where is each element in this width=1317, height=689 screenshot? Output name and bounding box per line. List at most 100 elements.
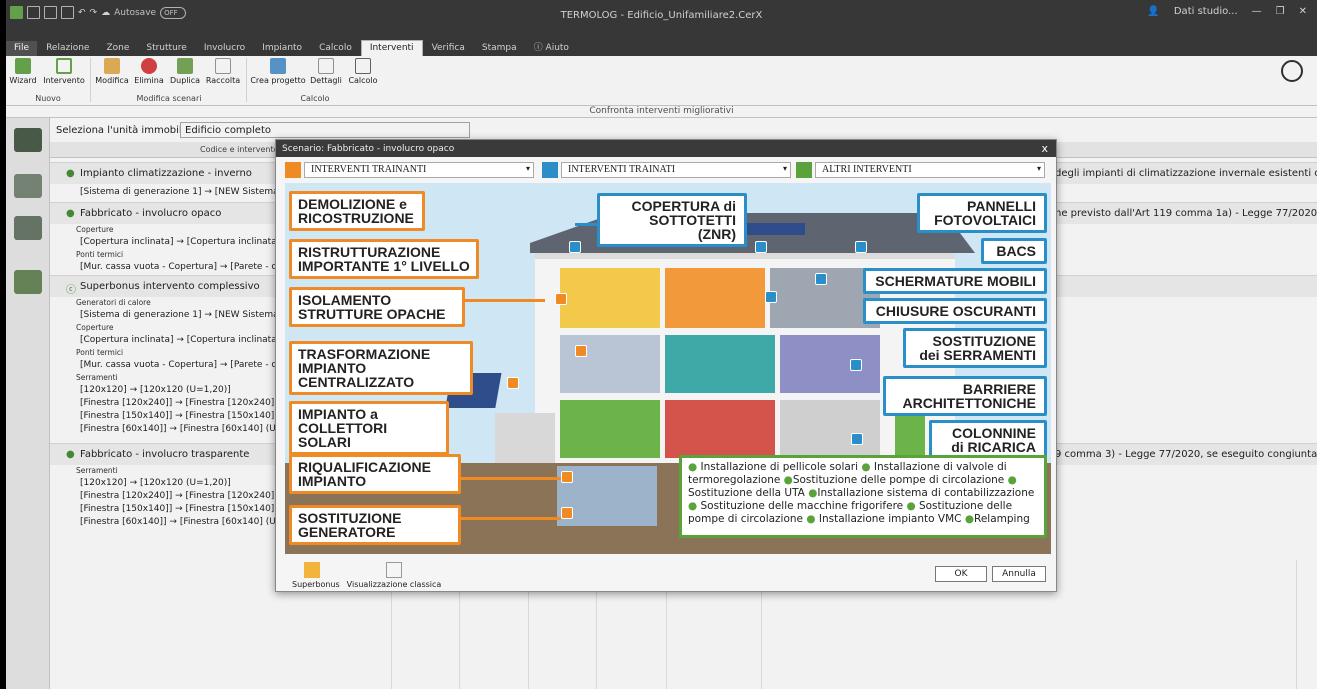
label-isolamento[interactable]: ISOLAMENTO STRUTTURE OPACHE [289,287,465,327]
room-dining [665,400,775,458]
connector-dot [850,359,862,371]
bullet-icon: ● [861,461,874,473]
label-pannelli[interactable]: PANNELLI FOTOVOLTAICI [917,193,1047,233]
bullet-icon: ● [964,513,974,525]
label-chiusure[interactable]: CHIUSURE OSCURANTI [863,298,1047,324]
dialog-footer: Superbonus Visualizzazione classica OK A… [276,558,1056,593]
list-item: Installazione impianto VMC [818,513,962,525]
scenario-dialog: Scenario: Fabbricato - involucro opaco x … [275,139,1057,592]
connector-dot [851,433,863,445]
garden-shed [495,413,555,463]
label-serramenti[interactable]: SOSTITUZIONE dei SERRAMENTI [903,328,1047,368]
connector-line [465,299,545,302]
list-item: Installazione sistema di contabilizzazio… [817,487,1035,499]
dialog-title: Scenario: Fabbricato - involucro opaco [282,144,455,154]
label-barriere[interactable]: BARRIERE ARCHITETTONICHE [883,376,1047,416]
label-text: BACS [996,243,1036,259]
label-trasformazione[interactable]: TRASFORMAZIONE IMPIANTO CENTRALIZZATO [289,341,473,395]
list-item: Sostituzione delle macchine frigorifere [700,500,904,512]
label-copertura[interactable]: COPERTURA di SOTTOTETTI (ZNR) [597,193,747,247]
connector-dot [561,507,573,519]
label-text: FOTOVOLTAICI [934,212,1036,228]
bullet-icon: ● [688,500,701,512]
label-collettori[interactable]: IMPIANTO a COLLETTORI SOLARI [289,401,449,455]
dropdown-arrow-icon: ▾ [525,164,530,173]
list-icon [386,562,402,578]
list-item: Installazione di pellicole solari [700,461,859,473]
list-item: Relamping [974,513,1030,525]
connector-dot [815,273,827,285]
bullet-icon: ● [783,474,793,486]
house-infographic: DEMOLIZIONE e RICOSTRUZIONE RISTRUTTURAZ… [285,183,1051,554]
app-window: ↶ ↷ ☁ Autosave OFF TERMOLOG - Edificio_U… [6,0,1317,689]
ok-button[interactable]: OK [935,566,987,582]
room-kitchen [560,400,660,458]
house-icon [304,562,320,578]
cancel-button[interactable]: Annulla [992,566,1046,582]
label-text: IMPIANTO a COLLETTORI SOLARI [298,406,388,450]
connector-dot [507,377,519,389]
label-text: di RICARICA [951,439,1036,455]
label-demolizione[interactable]: DEMOLIZIONE e RICOSTRUZIONE [289,191,425,231]
orange-swatch [285,162,301,178]
connector-line [461,517,561,520]
trainati-value: INTERVENTI TRAINATI [568,164,676,175]
trainanti-dropdown[interactable]: INTERVENTI TRAINANTI ▾ [304,162,534,178]
label-text: RIQUALIFICAZIONE IMPIANTO [298,459,431,489]
list-item: circolazione [740,513,804,525]
room-bedroom [665,268,765,328]
room-laundry [780,335,880,393]
connector-dot [855,241,867,253]
dialog-title-bar: Scenario: Fabbricato - involucro opaco x [276,140,1056,157]
connector-dot [575,345,587,357]
label-text: SCHERMATURE MOBILI [875,273,1036,289]
label-text: SOTTOTETTI (ZNR) [649,212,736,242]
room-garage [780,400,880,458]
charging-station [895,413,925,458]
room-bath [560,335,660,393]
list-item: termoregolazione [688,474,781,486]
label-ristrutturazione[interactable]: RISTRUTTURAZIONE IMPORTANTE 1° LIVELLO [289,239,479,279]
label-colonnine[interactable]: COLONNINE di RICARICA [929,420,1047,460]
connector-dot [561,471,573,483]
connector-dot [569,241,581,253]
connector-line [575,223,600,226]
altri-interventi-box[interactable]: ● Installazione di pellicole solari ● In… [679,455,1047,538]
connector-dot [755,241,767,253]
label-text: CHIUSURE OSCURANTI [875,303,1036,319]
connector-dot [555,293,567,305]
dropdown-arrow-icon: ▾ [1036,164,1041,173]
bullet-icon: ● [906,500,919,512]
trainati-dropdown[interactable]: INTERVENTI TRAINATI ▾ [561,162,791,178]
connector-dot [765,291,777,303]
label-text: RISTRUTTURAZIONE IMPORTANTE 1° LIVELLO [298,244,470,274]
label-schermature[interactable]: SCHERMATURE MOBILI [863,268,1047,294]
dropdown-arrow-icon: ▾ [782,164,787,173]
list-item: Sostituzione della UTA [688,487,805,499]
altri-dropdown[interactable]: ALTRI INTERVENTI ▾ [815,162,1045,178]
label-text: TRASFORMAZIONE IMPIANTO CENTRALIZZATO [298,346,431,390]
classic-label: Visualizzazione classica [346,580,442,589]
label-riqualificazione[interactable]: RIQUALIFICAZIONE IMPIANTO [289,454,461,494]
filter-row: INTERVENTI TRAINANTI ▾ INTERVENTI TRAINAT… [285,162,1045,178]
label-text: dei SERRAMENTI [919,347,1036,363]
room-living [665,335,775,393]
room-attic [560,268,660,328]
roof-edge [535,253,955,259]
bullet-icon: ● [1007,474,1017,486]
dialog-close-button[interactable]: x [1041,142,1048,155]
altri-value: ALTRI INTERVENTI [822,164,912,175]
label-text: ARCHITETTONICHE [902,395,1036,411]
superbonus-view-button[interactable]: Superbonus [292,562,340,589]
list-item: Installazione di valvole di [873,461,1007,473]
bullet-icon: ● [806,513,819,525]
list-item: Sostituzione delle pompe di circolazione [792,474,1005,486]
blue-swatch [542,162,558,178]
classic-view-button[interactable]: Visualizzazione classica [346,562,442,589]
label-bacs[interactable]: BACS [981,238,1047,264]
trainanti-value: INTERVENTI TRAINANTI [311,164,427,175]
bullet-icon: ● [808,487,818,499]
label-sostituzione-generatore[interactable]: SOSTITUZIONE GENERATORE [289,505,461,545]
green-swatch [796,162,812,178]
superbonus-label: Superbonus [292,580,340,589]
